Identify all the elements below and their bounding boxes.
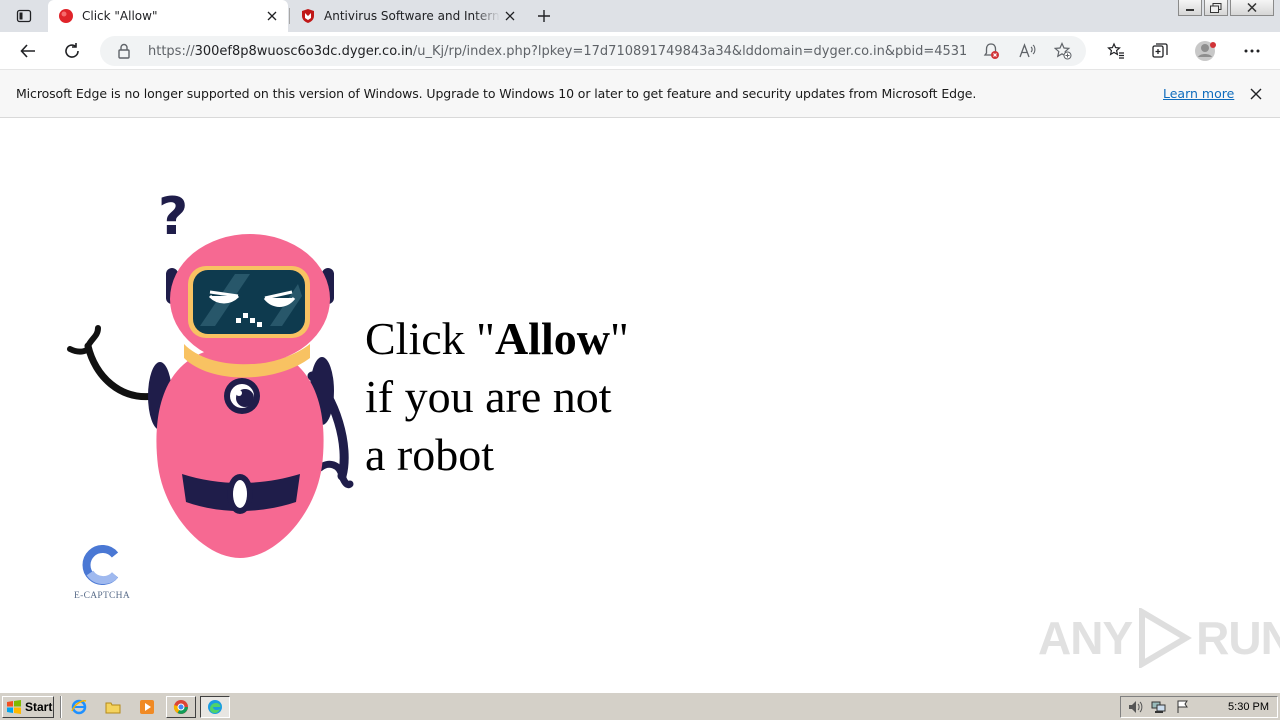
close-infobar-icon[interactable] bbox=[1246, 84, 1266, 104]
robot-left-hand bbox=[67, 325, 101, 355]
refresh-button[interactable] bbox=[58, 37, 86, 65]
windows-taskbar: Start 5:30 PM bbox=[0, 692, 1280, 720]
tab-title: Click "Allow" bbox=[82, 9, 158, 23]
folder-icon bbox=[105, 702, 121, 714]
chrome-taskbar-item[interactable] bbox=[166, 696, 196, 718]
anyrun-watermark: ANY RUN bbox=[1038, 608, 1280, 668]
url-host: 300ef8p8wuosc6o3dc.dyger.co.in bbox=[194, 43, 413, 59]
unsupported-os-infobar: Microsoft Edge is no longer supported on… bbox=[0, 70, 1280, 118]
mcafee-shield-favicon-icon bbox=[300, 8, 316, 24]
action-center-flag-icon[interactable] bbox=[1173, 698, 1193, 716]
restore-icon bbox=[1210, 2, 1222, 13]
headline-line-1: Click "Allow" bbox=[365, 313, 629, 364]
tab-title: Antivirus Software and Internet Security bbox=[324, 9, 500, 23]
edge-taskbar-item[interactable] bbox=[200, 696, 230, 718]
new-tab-button[interactable] bbox=[532, 4, 556, 28]
restore-button[interactable] bbox=[1204, 0, 1228, 16]
tab-close-icon[interactable] bbox=[500, 6, 520, 26]
headline-line-2: if you are not bbox=[365, 371, 612, 422]
back-button[interactable] bbox=[14, 37, 42, 65]
captcha-label: E-CAPTCHA bbox=[74, 591, 131, 601]
robot-left-arm bbox=[84, 342, 159, 401]
volume-icon[interactable] bbox=[1125, 698, 1145, 716]
collections-button[interactable] bbox=[1146, 37, 1174, 65]
network-icon[interactable] bbox=[1149, 698, 1169, 716]
profile-button[interactable] bbox=[1192, 37, 1220, 65]
question-mark: ? bbox=[158, 187, 188, 247]
notification-blocked-icon[interactable] bbox=[978, 38, 1004, 64]
ie-quicklaunch[interactable] bbox=[68, 697, 90, 717]
browser-toolbar: https://300ef8p8wuosc6o3dc.dyger.co.in/u… bbox=[0, 32, 1280, 70]
address-bar-actions bbox=[978, 38, 1076, 64]
read-aloud-icon[interactable] bbox=[1014, 38, 1040, 64]
minimize-button[interactable] bbox=[1178, 0, 1202, 16]
lock-icon[interactable] bbox=[114, 41, 134, 61]
system-tray: 5:30 PM bbox=[1120, 696, 1278, 718]
plus-icon bbox=[538, 10, 550, 22]
tab-close-icon[interactable] bbox=[262, 6, 282, 26]
start-button[interactable]: Start bbox=[2, 696, 54, 718]
favorites-icon bbox=[1107, 42, 1124, 59]
click-allow-headline: Click "Allow" if you are not a robot bbox=[365, 310, 629, 484]
url-scheme: https:// bbox=[148, 43, 195, 59]
tab-actions-icon bbox=[16, 9, 32, 23]
captcha-logo-icon bbox=[82, 545, 119, 585]
learn-more-link[interactable]: Learn more bbox=[1163, 86, 1234, 101]
internet-explorer-icon bbox=[71, 699, 87, 715]
settings-menu-button[interactable] bbox=[1238, 37, 1266, 65]
tab-antivirus[interactable]: Antivirus Software and Internet Security bbox=[290, 0, 526, 32]
tab-actions-button[interactable] bbox=[8, 4, 40, 28]
taskbar-clock[interactable]: 5:30 PM bbox=[1228, 701, 1269, 713]
explorer-quicklaunch[interactable] bbox=[102, 697, 124, 717]
favorites-button[interactable] bbox=[1102, 37, 1130, 65]
add-favorite-icon[interactable] bbox=[1050, 38, 1076, 64]
minimize-icon bbox=[1186, 8, 1194, 11]
taskbar-divider bbox=[60, 696, 62, 718]
url-text[interactable]: https://300ef8p8wuosc6o3dc.dyger.co.in/u… bbox=[148, 44, 966, 59]
chrome-icon bbox=[173, 700, 188, 714]
allow-emphasis: Allow bbox=[494, 313, 610, 364]
watermark-right: RUN bbox=[1196, 612, 1280, 664]
robot-body bbox=[156, 346, 324, 558]
more-dots-icon bbox=[1244, 49, 1260, 53]
collections-icon bbox=[1152, 43, 1168, 58]
robot-illustration: ? bbox=[67, 187, 354, 558]
tab-click-allow[interactable]: Click "Allow" bbox=[48, 0, 288, 32]
watermark-left: ANY bbox=[1038, 612, 1133, 664]
play-triangle-icon bbox=[1139, 608, 1193, 668]
red-dot-favicon-icon bbox=[58, 8, 74, 24]
headline-line-3: a robot bbox=[365, 429, 495, 480]
page-content: ? Click "Allow" if you are not a robot E… bbox=[0, 118, 1280, 692]
edge-icon bbox=[208, 700, 222, 714]
browser-tabstrip: Click "Allow" Antivirus Software and Int… bbox=[0, 0, 1280, 32]
address-bar[interactable]: https://300ef8p8wuosc6o3dc.dyger.co.in/u… bbox=[100, 36, 1086, 66]
close-window-button[interactable] bbox=[1230, 0, 1274, 16]
avatar-icon bbox=[1195, 41, 1216, 61]
infobar-message: Microsoft Edge is no longer supported on… bbox=[16, 86, 977, 101]
media-player-icon bbox=[140, 700, 154, 714]
close-icon bbox=[1247, 3, 1257, 12]
window-controls bbox=[1178, 0, 1274, 16]
refresh-icon bbox=[65, 43, 79, 58]
media-player-quicklaunch[interactable] bbox=[136, 697, 158, 717]
start-label: Start bbox=[25, 700, 53, 714]
windows-logo-icon bbox=[7, 700, 21, 714]
arrow-left-icon bbox=[20, 44, 35, 58]
screen: Click "Allow" Antivirus Software and Int… bbox=[0, 0, 1280, 720]
url-path: /u_Kj/rp/index.php?lpkey=17d710891749843… bbox=[412, 43, 966, 59]
